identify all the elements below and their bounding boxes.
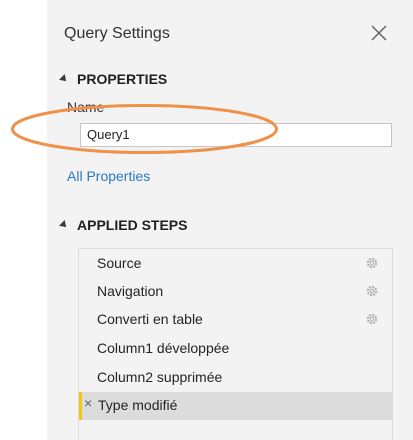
gear-icon[interactable] — [365, 284, 379, 298]
step-label: Column1 développée — [97, 340, 230, 356]
delete-step-icon[interactable]: × — [84, 395, 92, 411]
step-label: Type modifié — [98, 397, 178, 413]
step-column1-developpee[interactable]: Column1 développée — [79, 335, 392, 363]
step-type-modifie[interactable]: × Type modifié — [79, 392, 392, 420]
all-properties-link[interactable]: All Properties — [67, 168, 150, 184]
name-label: Name — [67, 99, 105, 115]
query-name-input[interactable]: Query1 — [80, 123, 392, 147]
applied-steps-list: Source Navigation Converti en table Colu… — [78, 248, 393, 440]
gear-icon[interactable] — [365, 312, 379, 326]
applied-steps-header-label: APPLIED STEPS — [77, 217, 188, 233]
properties-header-label: PROPERTIES — [77, 71, 168, 87]
applied-steps-section-header[interactable]: APPLIED STEPS — [59, 217, 188, 233]
step-column2-supprimee[interactable]: Column2 supprimée — [79, 364, 392, 392]
step-navigation[interactable]: Navigation — [79, 278, 392, 306]
step-source[interactable]: Source — [79, 250, 392, 278]
panel-title: Query Settings — [64, 25, 170, 42]
gear-icon[interactable] — [365, 256, 379, 270]
close-icon[interactable] — [369, 23, 389, 43]
step-label: Column2 supprimée — [97, 369, 223, 385]
step-converti-en-table[interactable]: Converti en table — [79, 306, 392, 334]
step-label: Navigation — [97, 283, 164, 299]
step-label: Converti en table — [97, 311, 203, 327]
step-label: Source — [97, 255, 142, 271]
properties-section-header[interactable]: PROPERTIES — [59, 71, 168, 87]
collapse-triangle-icon[interactable] — [59, 74, 69, 84]
collapse-triangle-icon[interactable] — [59, 220, 69, 230]
